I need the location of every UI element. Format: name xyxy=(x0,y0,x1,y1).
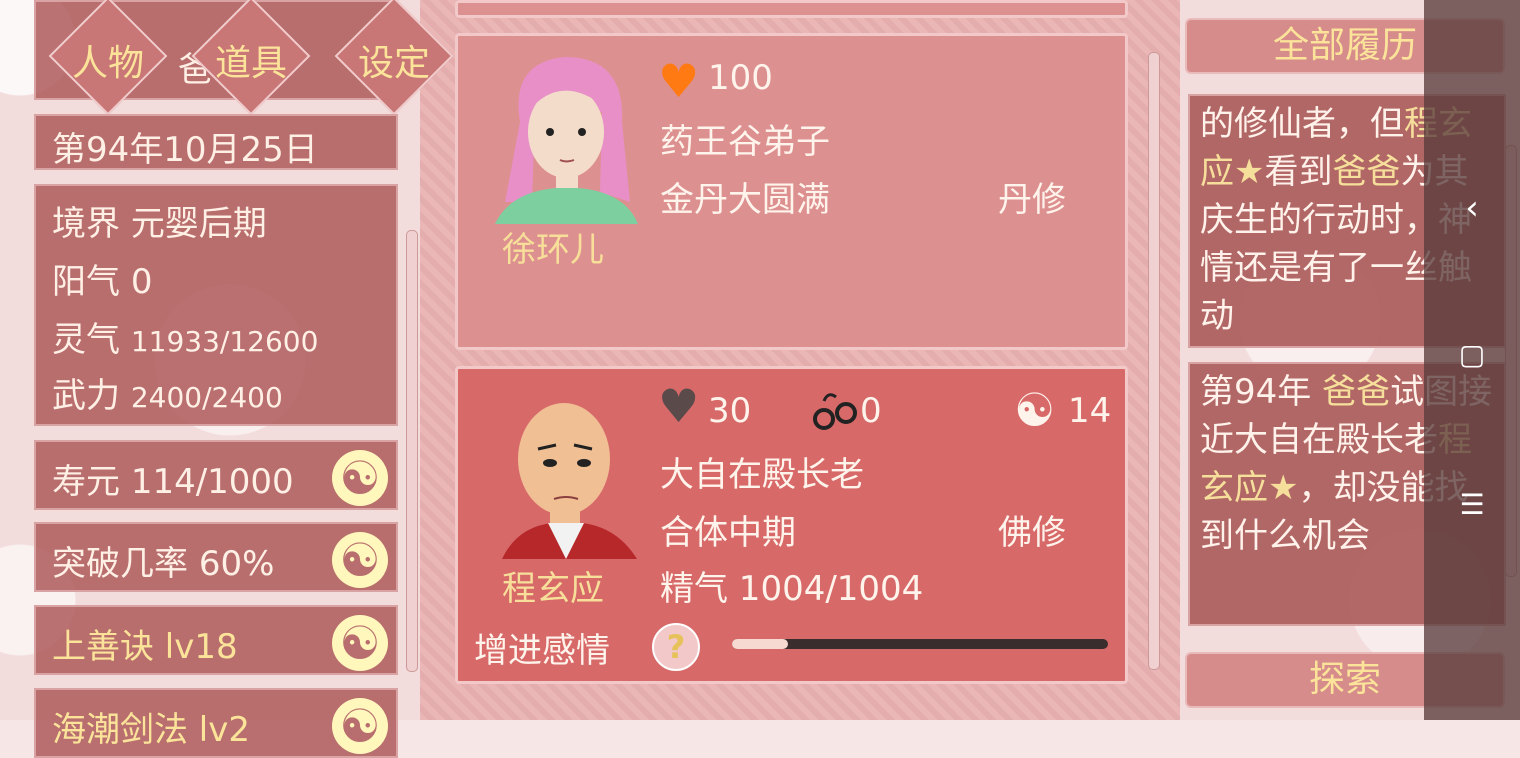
breakthrough-row[interactable]: 突破几率 60% ☯ xyxy=(34,522,398,592)
log1-highlight-dad: 爸爸 xyxy=(1332,152,1401,192)
log1-text-b: 看到 xyxy=(1264,152,1333,192)
tab-settings[interactable]: 设定 xyxy=(334,34,454,86)
character-realm: 金丹大圆满 xyxy=(660,180,830,220)
character-realm: 合体中期 xyxy=(660,513,796,553)
force-label: 武力 xyxy=(52,376,120,416)
character-name: 徐环儿 xyxy=(502,230,604,270)
help-icon[interactable]: ? xyxy=(652,623,700,671)
system-navigation-overlay: ‹ ▢ ☰ xyxy=(1424,0,1520,720)
spirit-value: 11933/12600 xyxy=(130,325,319,358)
force-value: 2400/2400 xyxy=(130,381,283,414)
attributes-panel: 境界 元婴后期 阳气 0 灵气 11933/12600 武力 2400/2400 xyxy=(34,184,398,426)
bond-value: 0 xyxy=(860,391,882,431)
force-row: 武力 2400/2400 xyxy=(52,368,283,417)
log2-highlight-dad: 爸爸 xyxy=(1322,372,1391,412)
yinyang-icon: ☯ xyxy=(1014,383,1056,437)
center-scrollbar[interactable] xyxy=(1148,52,1160,670)
breakthrough-value: 60% xyxy=(198,544,275,584)
yinyang-icon[interactable]: ☯ xyxy=(332,532,388,588)
lifespan-text: 寿元 114/1000 xyxy=(52,454,294,503)
realm-label: 境界 xyxy=(52,204,120,244)
character-essence: 精气 1004/1004 xyxy=(660,569,924,609)
realm-row: 境界 元婴后期 xyxy=(52,196,267,245)
yinyang-icon[interactable]: ☯ xyxy=(332,450,388,506)
character-path: 丹修 xyxy=(998,180,1066,220)
previous-character-card[interactable] xyxy=(455,0,1128,18)
character-card-1[interactable]: 徐环儿 ♥ 100 药王谷弟子 金丹大圆满 丹修 xyxy=(455,33,1128,350)
heart-icon: ♥ xyxy=(658,379,700,433)
character-title: 大自在殿长老 xyxy=(660,455,864,495)
lifespan-value: 114/1000 xyxy=(130,462,294,502)
yinyang-value: 14 xyxy=(1068,391,1112,431)
lifespan-label: 寿元 xyxy=(52,462,120,502)
skill-row-1[interactable]: 上善诀 lv18 ☯ xyxy=(34,605,398,675)
left-scrollbar[interactable] xyxy=(406,230,418,672)
affection-value: 30 xyxy=(708,391,752,431)
affection-value: 100 xyxy=(708,58,773,98)
date-panel: 第94年10月25日 xyxy=(34,114,398,170)
yang-row: 阳气 0 xyxy=(52,254,152,303)
improve-affection-label: 增进感情 xyxy=(474,631,610,671)
game-date: 第94年10月25日 xyxy=(52,130,318,170)
spirit-row: 灵气 11933/12600 xyxy=(52,312,318,361)
portrait-xu-huaner xyxy=(495,57,638,224)
back-icon[interactable]: ‹ xyxy=(1465,188,1479,228)
skill-row-2[interactable]: 海潮剑法 lv2 ☯ xyxy=(34,688,398,758)
spirit-label: 灵气 xyxy=(52,320,120,360)
yinyang-icon[interactable]: ☯ xyxy=(332,615,388,671)
portrait-cheng-xuanying xyxy=(502,403,637,559)
realm-value: 元婴后期 xyxy=(130,204,267,244)
yinyang-icon[interactable]: ☯ xyxy=(332,698,388,754)
character-sect: 药王谷弟子 xyxy=(660,122,830,162)
skill-name-2: 海潮剑法 lv2 xyxy=(52,710,251,750)
character-name: 程玄应 xyxy=(502,569,604,609)
heart-icon: ♥ xyxy=(658,54,700,108)
yang-value: 0 xyxy=(130,262,153,302)
yang-label: 阳气 xyxy=(52,262,120,302)
character-path: 佛修 xyxy=(998,513,1066,553)
menu-icon[interactable]: ☰ xyxy=(1459,488,1484,521)
skill-name-1: 上善诀 lv18 xyxy=(52,627,238,667)
tab-items[interactable]: 道具 xyxy=(191,34,311,86)
breakthrough-text: 突破几率 60% xyxy=(52,536,274,585)
affection-progress-fill xyxy=(732,639,789,649)
lifespan-row[interactable]: 寿元 114/1000 ☯ xyxy=(34,440,398,510)
home-icon[interactable]: ▢ xyxy=(1459,338,1485,371)
breakthrough-label: 突破几率 xyxy=(52,544,188,584)
log2-text-a: 第94年 xyxy=(1200,372,1323,412)
character-card-2[interactable]: 程玄应 ♥ 30 0 ☯ 14 大自在殿长老 合体中期 佛修 精气 1004/1… xyxy=(455,366,1128,684)
log1-text-a: 的修仙者，但 xyxy=(1200,104,1404,144)
handcuffs-icon xyxy=(813,393,857,430)
affection-progress-bar[interactable] xyxy=(732,639,1108,649)
tab-character[interactable]: 人物 xyxy=(48,34,168,86)
